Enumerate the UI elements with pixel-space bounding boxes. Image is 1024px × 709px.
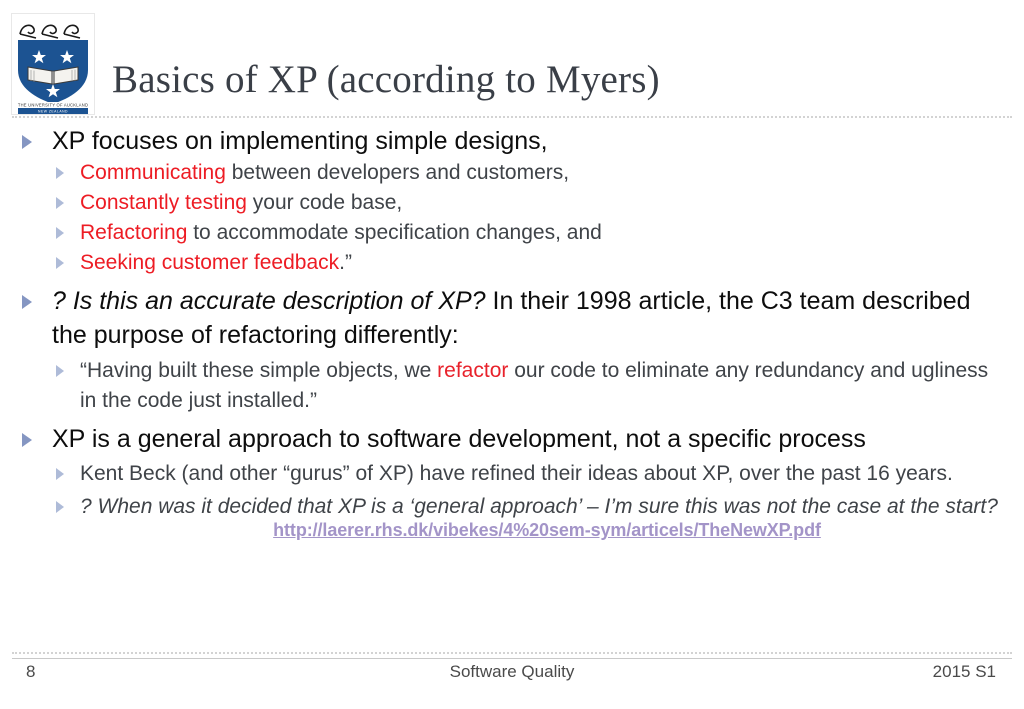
bullet-marker-icon [56, 227, 64, 239]
bullet-marker-icon [56, 501, 64, 513]
bullet-constantly-testing: Constantly testing your code base, [0, 188, 1024, 218]
bullet-keyword: Constantly testing [80, 191, 247, 214]
bullet-marker-icon [56, 365, 64, 377]
quote-start: “Having built these simple objects, we [80, 359, 438, 382]
bullet-c3-quote: “Having built these simple objects, we r… [0, 356, 1024, 416]
bullet-xp-focuses: XP focuses on implementing simple design… [0, 124, 1024, 158]
bullet-marker-icon [22, 135, 32, 149]
bullet-refactoring: Refactoring to accommodate specification… [0, 218, 1024, 248]
bullet-marker-icon [22, 433, 32, 447]
bullet-accurate-description: ? Is this an accurate description of XP?… [0, 284, 1024, 352]
bullet-text: to accommodate specification changes, an… [187, 221, 602, 244]
footer-semester: 2015 S1 [932, 662, 996, 681]
bullet-keyword: Communicating [80, 161, 226, 184]
bullet-text: ? When was it decided that XP is a ‘gene… [80, 495, 998, 518]
bullet-text: XP focuses on implementing simple design… [52, 127, 548, 155]
slide: THE UNIVERSITY OF AUCKLAND NEW ZEALAND B… [0, 0, 1024, 709]
reference-link-row: http://laerer.rhs.dk/vibekes/4%20sem-sym… [0, 520, 1024, 541]
bullet-text: between developers and customers, [225, 161, 570, 184]
bullet-text: .” [339, 251, 352, 274]
university-logo: THE UNIVERSITY OF AUCKLAND NEW ZEALAND [11, 13, 95, 115]
bullet-keyword: Refactoring [80, 221, 188, 244]
slide-header: THE UNIVERSITY OF AUCKLAND NEW ZEALAND B… [0, 0, 1024, 118]
logo-caption: THE UNIVERSITY OF AUCKLAND [18, 103, 88, 108]
bullet-marker-icon [56, 167, 64, 179]
logo-subcaption: NEW ZEALAND [38, 109, 68, 113]
slide-body: XP focuses on implementing simple design… [0, 124, 1024, 541]
bullet-marker-icon [56, 257, 64, 269]
bullet-marker-icon [22, 295, 32, 309]
bullet-text: your code base, [246, 191, 403, 214]
footer-dotted-divider [12, 652, 1012, 654]
bullet-marker-icon [56, 468, 64, 480]
bullet-keyword: Seeking customer feedback [80, 251, 340, 274]
bullet-text: Kent Beck (and other “gurus” of XP) have… [80, 462, 953, 485]
bullet-communicating: Communicating between developers and cus… [0, 158, 1024, 188]
bullet-text: XP is a general approach to software dev… [52, 425, 866, 453]
bullet-general-approach: XP is a general approach to software dev… [0, 422, 1024, 456]
page-title: Basics of XP (according to Myers) [112, 58, 660, 101]
slide-footer: 8 Software Quality 2015 S1 [0, 662, 1024, 702]
bullet-seeking-feedback: Seeking customer feedback.” [0, 248, 1024, 278]
bullet-question: ? Is this an accurate description of XP? [52, 287, 486, 315]
auckland-crest-icon: THE UNIVERSITY OF AUCKLAND NEW ZEALAND [12, 14, 94, 114]
reference-link[interactable]: http://laerer.rhs.dk/vibekes/4%20sem-sym… [273, 520, 821, 540]
bullet-marker-icon [56, 197, 64, 209]
footer-course: Software Quality [449, 662, 575, 681]
bullet-when-decided: ? When was it decided that XP is a ‘gene… [0, 492, 1024, 522]
footer-divider [12, 658, 1012, 659]
header-divider [12, 116, 1012, 118]
quote-keyword: refactor [437, 359, 509, 382]
bullet-kent-beck: Kent Beck (and other “gurus” of XP) have… [0, 459, 1024, 489]
